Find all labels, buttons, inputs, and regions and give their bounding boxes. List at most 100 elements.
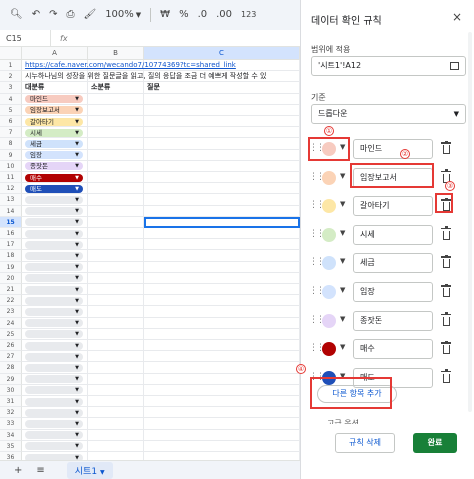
trash-icon[interactable] — [441, 283, 451, 298]
search-icon[interactable]: 🔍︎ — [10, 0, 23, 30]
cell-c[interactable] — [144, 351, 300, 363]
row-number[interactable]: 18 — [0, 250, 22, 262]
paint-format-icon[interactable]: 🖌︎ — [83, 0, 96, 30]
row-number[interactable]: 17 — [0, 239, 22, 251]
trash-icon[interactable] — [441, 369, 451, 384]
cell-a[interactable]: ▼ — [22, 250, 88, 262]
dropdown-chip-empty[interactable]: ▼ — [25, 375, 83, 384]
name-box[interactable]: C15 — [0, 34, 50, 43]
cell-c[interactable] — [144, 384, 300, 396]
row-number[interactable]: 20 — [0, 272, 22, 284]
dropdown-chip-empty[interactable]: ▼ — [25, 352, 83, 361]
cell-b[interactable]: 소분류 — [88, 82, 144, 94]
decrease-decimal-button[interactable]: .0 — [198, 0, 208, 30]
dropdown-chip[interactable]: 종잣돈 ▼ — [25, 162, 83, 171]
cell-c[interactable] — [144, 295, 300, 307]
cell-a[interactable]: ▼ — [22, 306, 88, 318]
cell-c[interactable] — [144, 116, 300, 128]
item-value-input[interactable]: 매수 — [353, 339, 433, 360]
row-number[interactable]: 29 — [0, 373, 22, 385]
cell-b[interactable] — [88, 407, 144, 419]
cell-b[interactable] — [88, 373, 144, 385]
dropdown-chip-empty[interactable]: ▼ — [25, 442, 83, 451]
cell-c[interactable] — [144, 407, 300, 419]
dropdown-chip-empty[interactable]: ▼ — [25, 285, 83, 294]
cell-a[interactable]: ▼ — [22, 384, 88, 396]
cell-b[interactable] — [88, 250, 144, 262]
cell-c[interactable] — [144, 396, 300, 408]
cell-b[interactable] — [88, 127, 144, 139]
cell-b[interactable] — [88, 205, 144, 217]
cell-b[interactable] — [88, 306, 144, 318]
cell-b[interactable] — [88, 418, 144, 430]
item-value-input[interactable]: 종잣돈 — [353, 310, 433, 331]
row-number[interactable]: 9 — [0, 149, 22, 161]
row-number[interactable]: 11 — [0, 172, 22, 184]
cell-a[interactable]: ▼ — [22, 328, 88, 340]
cell-c[interactable] — [144, 284, 300, 296]
cell-a[interactable]: 매수 ▼ — [22, 172, 88, 184]
cell-a[interactable]: ▼ — [22, 351, 88, 363]
row-number[interactable]: 3 — [0, 82, 22, 94]
cell-a[interactable]: ▼ — [22, 205, 88, 217]
undo-icon[interactable]: ↶ — [32, 0, 40, 30]
cell-a[interactable]: ▼ — [22, 317, 88, 329]
cell-c[interactable] — [144, 127, 300, 139]
row-number[interactable]: 27 — [0, 351, 22, 363]
cell-c[interactable] — [144, 194, 300, 206]
column-header-a[interactable]: A — [22, 47, 88, 60]
cell-c[interactable] — [144, 104, 300, 116]
dropdown-chip-empty[interactable]: ▼ — [25, 319, 83, 328]
cell-c[interactable] — [144, 317, 300, 329]
dropdown-chip-empty[interactable]: ▼ — [25, 363, 83, 372]
all-sheets-button[interactable]: ≡ — [36, 465, 44, 476]
item-value-input[interactable]: 시세 — [353, 224, 433, 245]
cell-a[interactable]: 매도 ▼ — [22, 183, 88, 195]
cell-b[interactable] — [88, 228, 144, 240]
add-sheet-button[interactable]: + — [14, 465, 22, 476]
row-number[interactable]: 4 — [0, 93, 22, 105]
cell-c[interactable] — [144, 340, 300, 352]
cell-a[interactable]: ▼ — [22, 261, 88, 273]
cell-b[interactable] — [88, 172, 144, 184]
select-all-corner[interactable] — [0, 47, 22, 60]
done-button[interactable]: 완료 — [413, 433, 457, 453]
cell-a[interactable]: ▼ — [22, 418, 88, 430]
cell-c[interactable] — [144, 205, 300, 217]
cell-a[interactable]: ▼ — [22, 239, 88, 251]
percent-button[interactable]: % — [179, 0, 189, 30]
cell-c[interactable] — [144, 250, 300, 262]
row-number[interactable]: 24 — [0, 317, 22, 329]
color-picker[interactable]: ▼ — [319, 283, 349, 301]
trash-icon[interactable] — [441, 140, 451, 155]
cell-a[interactable]: 세금 ▼ — [22, 138, 88, 150]
cell-b[interactable] — [88, 429, 144, 441]
dropdown-chip-empty[interactable]: ▼ — [25, 229, 83, 238]
dropdown-chip-empty[interactable]: ▼ — [25, 419, 83, 428]
cell-c[interactable] — [144, 149, 300, 161]
dropdown-chip-empty[interactable]: ▼ — [25, 274, 83, 283]
dropdown-chip-empty[interactable]: ▼ — [25, 431, 83, 440]
dropdown-chip-empty[interactable]: ▼ — [25, 218, 83, 227]
cell-a[interactable]: 임장보고서 ▼ — [22, 104, 88, 116]
cell-c[interactable] — [144, 362, 300, 374]
trash-icon[interactable] — [441, 254, 451, 269]
cell-a[interactable]: ▼ — [22, 284, 88, 296]
dropdown-chip[interactable]: 임장보고서 ▼ — [25, 106, 83, 115]
row-number[interactable]: 23 — [0, 306, 22, 318]
cell-a[interactable]: ▼ — [22, 396, 88, 408]
dropdown-chip-empty[interactable]: ▼ — [25, 307, 83, 316]
row-number[interactable]: 1 — [0, 60, 22, 72]
color-picker[interactable]: ▼ — [319, 226, 349, 244]
row-number[interactable]: 8 — [0, 138, 22, 150]
trash-icon[interactable] — [441, 226, 451, 241]
color-picker[interactable]: ▼ — [319, 312, 349, 330]
row-number[interactable]: 32 — [0, 407, 22, 419]
cell-b[interactable] — [88, 328, 144, 340]
row-number[interactable]: 34 — [0, 429, 22, 441]
print-icon[interactable]: ⎙ — [66, 0, 74, 30]
cell-b[interactable] — [88, 183, 144, 195]
dropdown-chip-empty[interactable]: ▼ — [25, 341, 83, 350]
dropdown-chip-empty[interactable]: ▼ — [25, 207, 83, 216]
cell-c[interactable] — [144, 138, 300, 150]
